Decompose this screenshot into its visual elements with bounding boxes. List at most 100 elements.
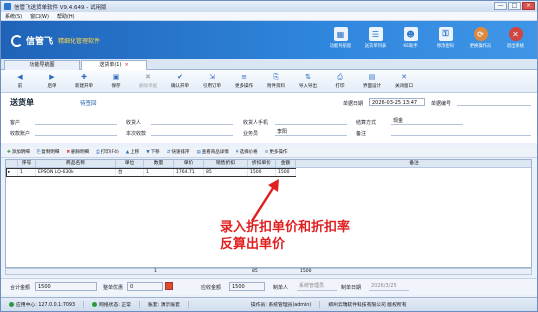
account-field[interactable] [35, 128, 117, 136]
save-button[interactable]: ▣ 保存 [100, 70, 132, 92]
next-button[interactable]: ▶ 后单 [36, 70, 68, 92]
tool-switch-operator[interactable]: ⟳ 更换操作员 [465, 24, 496, 56]
col-price[interactable]: 单价 [174, 160, 204, 168]
print-icon: ⎙ [96, 150, 100, 155]
header-banner: 信管飞 精细化管理软件 ▦ 功能导航窗 ☰ 送货单列表 ☻ KE助手 ⚿ 修改密码 ⟳ 更… [1, 21, 537, 59]
close-window-icon: ✕ [401, 73, 407, 81]
annotation-line-1: 录入折扣单价和折扣率 [220, 220, 351, 235]
total-qty: 1 [154, 269, 157, 274]
status-company: 郑州云瑞软件科技有限公司 版权所有 [328, 303, 407, 308]
layout-design-icon: ▤ [368, 73, 376, 81]
cell-amount[interactable]: 1500 [276, 169, 296, 176]
discount-calc-button[interactable] [165, 282, 173, 290]
import-export-button[interactable]: ⇅ 导入导出 [292, 70, 324, 92]
print-button[interactable]: ⎙ 打印 [324, 70, 356, 92]
discount-field[interactable]: 0 [127, 282, 163, 291]
import-order-button[interactable]: ⇲ 引用订单 [196, 70, 228, 92]
make-date-label: 制单日期 [341, 285, 362, 291]
new-doc-button[interactable]: ✚ 新建开单 [68, 70, 100, 92]
received-field[interactable] [151, 128, 233, 136]
cell-qty[interactable]: 1 [144, 169, 174, 176]
cell-remark[interactable] [296, 169, 531, 176]
settle-field[interactable]: 现金 [391, 117, 463, 125]
delete-row-icon: ✖ [66, 150, 71, 155]
col-amount[interactable]: 金额 [276, 160, 296, 168]
maker-field: 系统管理员 [297, 282, 337, 291]
move-up-button[interactable]: ▲上移 [126, 149, 139, 155]
product-detail-button[interactable]: ▤查看商品详情 [196, 149, 228, 155]
customer-field[interactable] [35, 117, 117, 125]
cell-discount[interactable]: 85 [204, 169, 248, 176]
menu-help[interactable]: 帮助(H) [57, 13, 75, 20]
close-button[interactable]: × [522, 2, 535, 10]
move-down-button[interactable]: ▼下移 [146, 149, 159, 155]
tab-delivery[interactable]: 送货单(1) × [81, 60, 147, 70]
minimize-button[interactable]: — [494, 2, 507, 10]
cell-unit[interactable]: 台 [116, 169, 144, 176]
title-bar: 信管飞送货单软件 V9.4.649 - 试用版 — □ × [1, 1, 537, 12]
cell-disc-price[interactable]: 1500 [248, 169, 276, 176]
grid-print-button[interactable]: ⎙打印(F4) [96, 149, 119, 155]
date-field[interactable]: 2026-03-25 13:47 [369, 98, 425, 106]
tool-delivery-list[interactable]: ☰ 送货单列表 [360, 24, 391, 56]
receiver-phone-field[interactable] [275, 117, 347, 125]
add-row-button[interactable]: ✚添加明细 [7, 149, 30, 155]
total-field[interactable]: 1500 [35, 282, 97, 291]
confirm-doc-button[interactable]: ✔ 确认开单 [164, 70, 196, 92]
col-discount[interactable]: 销售折扣 [204, 160, 248, 168]
total-amount: 1500 [300, 269, 312, 274]
cell-price[interactable]: 1764.71 [174, 169, 204, 176]
receiver-field[interactable] [151, 117, 233, 125]
layout-design-button[interactable]: ▤ 界面设计 [356, 70, 388, 92]
doc-title: 送货单 [10, 98, 34, 107]
grid-actions: ✚添加明细 ⎘复制明细 ✖删除明细 ⎙打印(F4) ▲上移 ▼下移 ⇵快速排序 … [1, 147, 537, 158]
delete-doc-button[interactable]: ✖ 删除单据 [132, 70, 164, 92]
prev-button[interactable]: ◀ 前 [4, 70, 36, 92]
menu-system[interactable]: 系统(S) [5, 13, 22, 20]
tool-ke-assistant[interactable]: ☻ KE助手 [395, 24, 426, 56]
col-disc-price[interactable]: 折扣单价 [248, 160, 276, 168]
received-label: 本次收款 [126, 131, 147, 137]
tool-change-password[interactable]: ⚿ 修改密码 [430, 24, 461, 56]
tool-navigation-window[interactable]: ▦ 功能导航窗 [325, 24, 356, 56]
logo-icon [11, 34, 23, 47]
number-field[interactable] [457, 98, 531, 106]
col-qty[interactable]: 数量 [144, 160, 174, 168]
tool-exit-system[interactable]: ✕ 退出系统 [500, 24, 531, 56]
move-up-icon: ▲ [125, 150, 130, 155]
cell-no[interactable]: 1 [18, 169, 36, 176]
change-password-icon: ⚿ [438, 27, 453, 41]
copy-row-button[interactable]: ⎘复制明细 [37, 149, 60, 155]
exit-system-icon: ✕ [508, 27, 523, 41]
delete-row-button[interactable]: ✖删除明细 [66, 149, 89, 155]
more-actions-button[interactable]: ≡ 更多操作 [228, 70, 260, 92]
annotation-line-2: 反算出单价 [220, 237, 286, 252]
doc-header-form: 送货单 待签回 单据日期 2026-03-25 13:47 单据编号 客户 收货… [1, 93, 537, 143]
col-no[interactable]: 序号 [18, 160, 36, 168]
close-tab-icon[interactable]: × [124, 62, 128, 68]
tab-navigation[interactable]: 功能导航图 [4, 60, 80, 70]
totals-row: 1 85 1500 [5, 268, 532, 275]
maximize-button[interactable]: □ [508, 2, 521, 10]
row-marker: ▸ [6, 169, 18, 176]
top-tools: ▦ 功能导航窗 ☰ 送货单列表 ☻ KE助手 ⚿ 修改密码 ⟳ 更换操作员 ✕ 退出系统 [325, 24, 531, 56]
col-unit[interactable]: 单位 [116, 160, 144, 168]
attachment-button[interactable]: ⎘ 附件资料 [260, 70, 292, 92]
status-bar: 应用中心: 127.0.0.1:7093 网络状态: 正常 账套: 演示账套 操… [1, 297, 537, 311]
grid-more-button[interactable]: ≡更多操作 [265, 149, 288, 155]
receivable-field[interactable]: 1500 [229, 282, 265, 291]
settle-label: 结算方式 [356, 120, 377, 126]
close-window-button[interactable]: ✕ 关闭窗口 [388, 70, 420, 92]
select-price-button[interactable]: ¥选择价格 [236, 149, 258, 155]
window-title: 信管飞送货单软件 V9.4.649 - 试用版 [14, 4, 107, 11]
remark-field[interactable] [391, 128, 531, 136]
confirm-doc-icon: ✔ [177, 73, 183, 81]
status-center: 应用中心: 127.0.0.1:7093 [1, 301, 85, 308]
menu-window[interactable]: 窗口(W) [30, 13, 49, 20]
sort-button[interactable]: ⇵快速排序 [167, 149, 190, 155]
cell-name[interactable]: EPSON LQ-630k [36, 169, 116, 176]
import-export-icon: ⇅ [305, 73, 311, 81]
salesman-field[interactable]: 李阳 [275, 128, 347, 136]
col-name[interactable]: 商品名称 [36, 160, 116, 168]
col-remark[interactable]: 备注 [296, 160, 531, 168]
